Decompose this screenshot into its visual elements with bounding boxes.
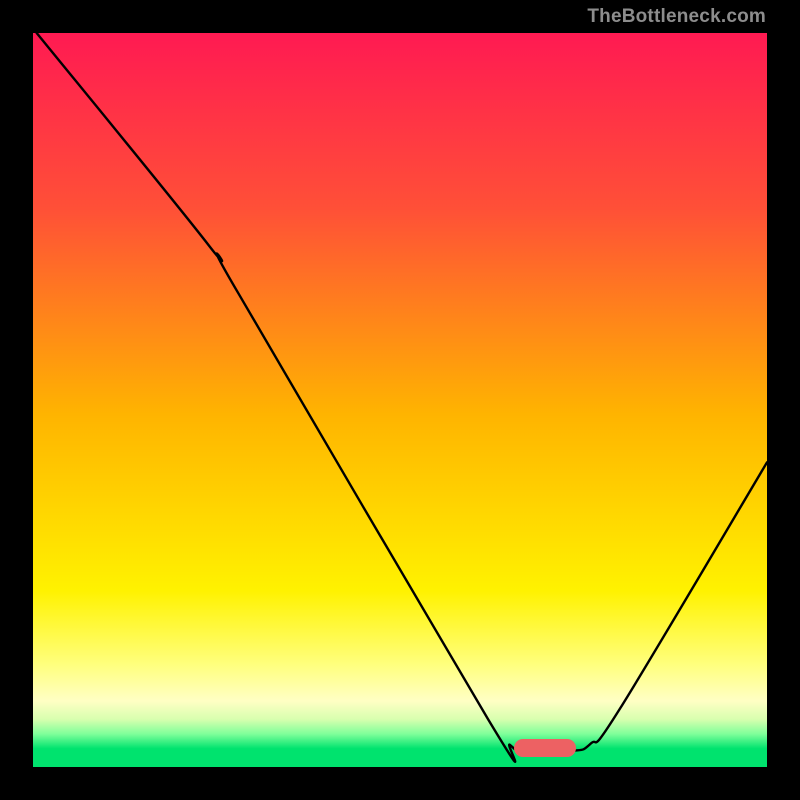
curve-layer <box>33 33 767 767</box>
bottleneck-curve <box>37 33 767 762</box>
plot-area <box>33 33 767 767</box>
optimal-marker <box>514 739 576 757</box>
watermark-text: TheBottleneck.com <box>587 6 766 28</box>
chart-frame: TheBottleneck.com <box>0 0 800 800</box>
